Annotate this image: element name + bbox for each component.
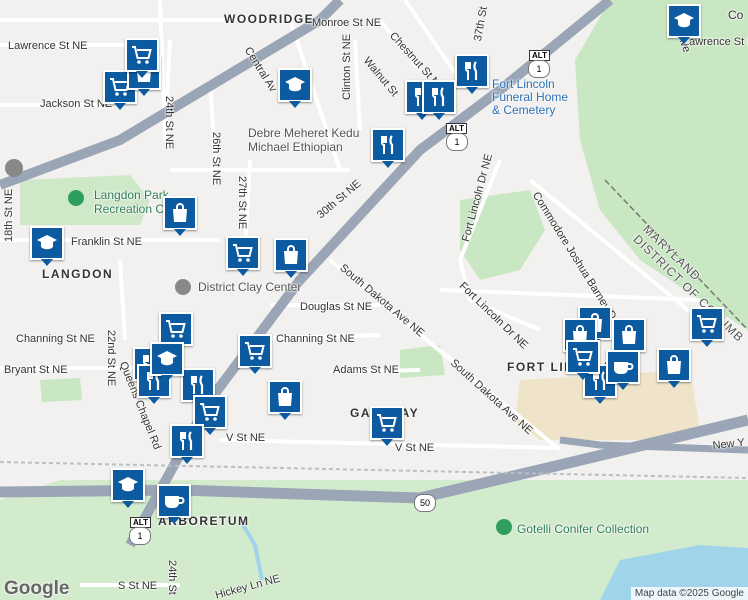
label-district-clay-center[interactable]: District Clay Center [198, 280, 301, 294]
cart-icon [375, 411, 399, 435]
map-pin-cart[interactable] [238, 334, 272, 374]
map-pin-dining[interactable] [422, 80, 456, 120]
label-18th-st: 18th St NE [3, 188, 15, 242]
map-pin-bag[interactable] [274, 238, 308, 278]
clay-center-marker-icon[interactable] [175, 279, 191, 295]
map-pin-cart[interactable] [226, 236, 260, 276]
label-monroe-st: Monroe St NE [312, 17, 382, 29]
label-gotelli-conifer[interactable]: Gotelli Conifer Collection [517, 522, 649, 536]
school-icon [116, 473, 140, 497]
dining-icon [186, 373, 210, 397]
bag-icon [273, 385, 297, 409]
cart-icon [198, 400, 222, 424]
label-v-st: V St NE [395, 442, 435, 454]
route-shield-1-mid: 1 [446, 133, 468, 151]
map-pin-dining[interactable] [455, 54, 489, 94]
map-pin-bag[interactable] [163, 196, 197, 236]
google-logo[interactable]: Google [4, 578, 69, 600]
label-24th-st-south: 24th St [166, 560, 178, 595]
school-icon [283, 73, 307, 97]
label-douglas-st: Douglas St NE [300, 301, 373, 313]
dining-icon [376, 133, 400, 157]
label-adams-st: Adams St NE [333, 364, 400, 376]
label-channing-st-west: Channing St NE [16, 333, 95, 345]
dining-icon [460, 59, 484, 83]
dining-icon [175, 429, 199, 453]
map-pin-school[interactable] [667, 4, 701, 44]
label-26th-st: 26th St NE [210, 132, 222, 186]
map-pin-cart[interactable] [159, 312, 193, 352]
cart-icon [164, 317, 188, 341]
label-corner-place: Co [728, 8, 744, 22]
route-shield-us50: 50 [414, 494, 436, 512]
route-shield-1-bottom: 1 [129, 527, 151, 545]
label-bryant-st: Bryant St NE [4, 364, 68, 376]
map-pin-school[interactable] [30, 226, 64, 266]
map-pin-dining[interactable] [170, 424, 204, 464]
bag-icon [617, 323, 641, 347]
school-icon [155, 347, 179, 371]
map-canvas[interactable]: WOODRIDGE LANGDON FORT LINCOLN GATEWAY A… [0, 0, 748, 600]
label-jackson-st: Jackson St NE [40, 98, 113, 110]
label-24th-st-north: 24th St NE [163, 96, 175, 150]
label-22nd-st: 22nd St NE [105, 330, 117, 387]
label-channing-st-east: Channing St NE [276, 333, 355, 345]
map-pin-school[interactable] [278, 68, 312, 108]
dining-icon [427, 85, 451, 109]
map-pin-cart[interactable] [370, 406, 404, 446]
coffee-icon [611, 355, 635, 379]
cart-icon [571, 345, 595, 369]
cart-icon [695, 312, 719, 336]
route-shield-1: 1 [528, 60, 550, 78]
map-pin-cart[interactable] [690, 307, 724, 347]
map-attribution[interactable]: Map data ©2025 Google [630, 587, 748, 600]
map-pin-cart[interactable] [125, 38, 159, 78]
park-marker-icon[interactable] [68, 190, 84, 206]
map-pin-school[interactable] [150, 342, 184, 382]
cart-icon [130, 43, 154, 67]
school-icon [672, 9, 696, 33]
school-icon [35, 231, 59, 255]
bag-icon [168, 201, 192, 225]
cart-icon [231, 241, 255, 265]
map-pin-school[interactable] [111, 468, 145, 508]
bag-icon [279, 243, 303, 267]
bag-icon [662, 353, 686, 377]
map-pin-coffee[interactable] [606, 350, 640, 390]
label-franklin-st: Franklin St NE [71, 236, 142, 248]
map-pin-bag[interactable] [268, 380, 302, 420]
label-clinton-st: Clinton St NE [341, 33, 353, 100]
label-v-st-west: V St NE [226, 432, 266, 444]
label-langdon: LANGDON [42, 267, 114, 281]
label-lawrence-st: Lawrence St NE [8, 40, 88, 52]
gotelli-marker-icon[interactable] [496, 519, 512, 535]
map-pin-cart[interactable] [566, 340, 600, 380]
label-fort-lincoln-funeral[interactable]: Fort Lincoln Funeral Home & Cemetery [492, 78, 568, 117]
label-woodridge: WOODRIDGE [224, 12, 315, 26]
map-pin-dining[interactable] [371, 128, 405, 168]
transit-marker-icon[interactable] [5, 159, 23, 177]
cart-icon [243, 339, 267, 363]
label-s-st: S St NE [118, 580, 158, 592]
label-27th-st: 27th St NE [236, 176, 248, 230]
coffee-icon [162, 489, 186, 513]
map-pin-coffee[interactable] [157, 484, 191, 524]
map-pin-bag[interactable] [612, 318, 646, 358]
map-pin-bag[interactable] [657, 348, 691, 388]
label-ethiopian-church[interactable]: Debre Meheret Kedu Michael Ethiopian [248, 126, 359, 154]
